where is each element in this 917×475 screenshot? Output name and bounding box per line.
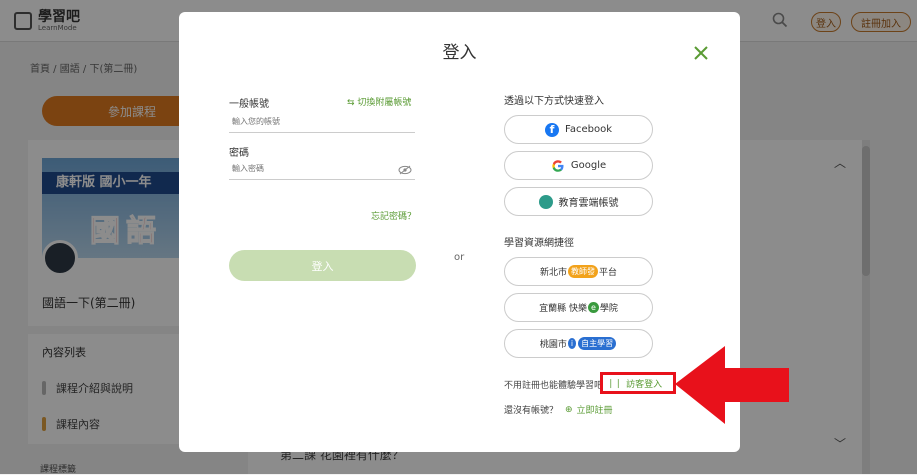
facebook-label: Facebook xyxy=(565,124,612,135)
resource-logo: 教師發 xyxy=(568,265,598,278)
resource-prefix: 新北市 xyxy=(539,268,567,278)
taoyuan-learning-button[interactable]: 桃園市 i 自主學習 xyxy=(504,329,653,358)
edu-cloud-label: 教育雲端帳號 xyxy=(558,198,619,209)
guest-note: 不用註冊也能體驗學習吧 xyxy=(504,381,604,391)
forgot-password-link[interactable]: 忘記密碼？ xyxy=(371,209,416,222)
resource-prefix: 宜蘭縣 快樂 xyxy=(539,304,587,314)
swap-icon: ⇆ xyxy=(347,98,355,108)
google-login-button[interactable]: Google xyxy=(504,151,653,180)
edu-cloud-icon xyxy=(538,194,553,209)
switch-account-label: 切換附屬帳號 xyxy=(357,98,412,108)
password-input[interactable] xyxy=(229,158,415,180)
arrow-circle-icon: ⊕ xyxy=(565,404,573,415)
resource-logo: i xyxy=(567,338,577,349)
or-divider: or xyxy=(454,252,465,263)
resource-suffix: 自主學習 xyxy=(578,337,617,350)
resource-logo: e xyxy=(587,302,599,313)
resource-suffix: 平台 xyxy=(599,268,618,278)
eye-slash-icon[interactable] xyxy=(398,165,412,175)
account-label: 一般帳號 xyxy=(229,99,269,110)
yilan-academy-button[interactable]: 宜蘭縣 快樂 e 學院 xyxy=(504,293,653,322)
guest-login-label: 訪客登入 xyxy=(626,380,663,390)
resource-prefix: 桃園市 xyxy=(539,340,567,350)
newtaipei-platform-button[interactable]: 新北市 教師發 平台 xyxy=(504,257,653,286)
resource-suffix: 學院 xyxy=(599,304,618,314)
no-account-note: 還沒有帳號？ xyxy=(504,406,559,416)
register-link[interactable]: ⊕ 立即註冊 xyxy=(565,403,613,417)
password-label: 密碼 xyxy=(229,148,249,159)
modal-title: 登入 xyxy=(442,43,477,63)
guest-login-link[interactable]: ❘❘ 訪客登入 xyxy=(607,377,663,391)
login-button[interactable]: 登入 xyxy=(229,250,416,281)
login-modal: 登入 一般帳號 ⇆ 切換附屬帳號 密碼 忘記密碼？ 登入 or 透過以下方式快速… xyxy=(179,12,740,452)
switch-account-link[interactable]: ⇆ 切換附屬帳號 xyxy=(347,95,411,108)
resource-shortcut-title: 學習資源網捷徑 xyxy=(504,238,574,249)
quick-login-title: 透過以下方式快速登入 xyxy=(504,96,604,107)
close-icon[interactable] xyxy=(691,43,711,63)
footprint-icon: ❘❘ xyxy=(607,378,623,389)
account-input[interactable] xyxy=(229,111,415,133)
register-label: 立即註冊 xyxy=(576,406,613,416)
red-pointer-arrow-icon xyxy=(675,346,789,424)
edu-cloud-login-button[interactable]: 教育雲端帳號 xyxy=(504,187,653,216)
google-label: Google xyxy=(570,160,607,171)
facebook-login-button[interactable]: f Facebook xyxy=(504,115,653,144)
facebook-icon: f xyxy=(545,122,559,137)
google-icon xyxy=(552,159,564,172)
